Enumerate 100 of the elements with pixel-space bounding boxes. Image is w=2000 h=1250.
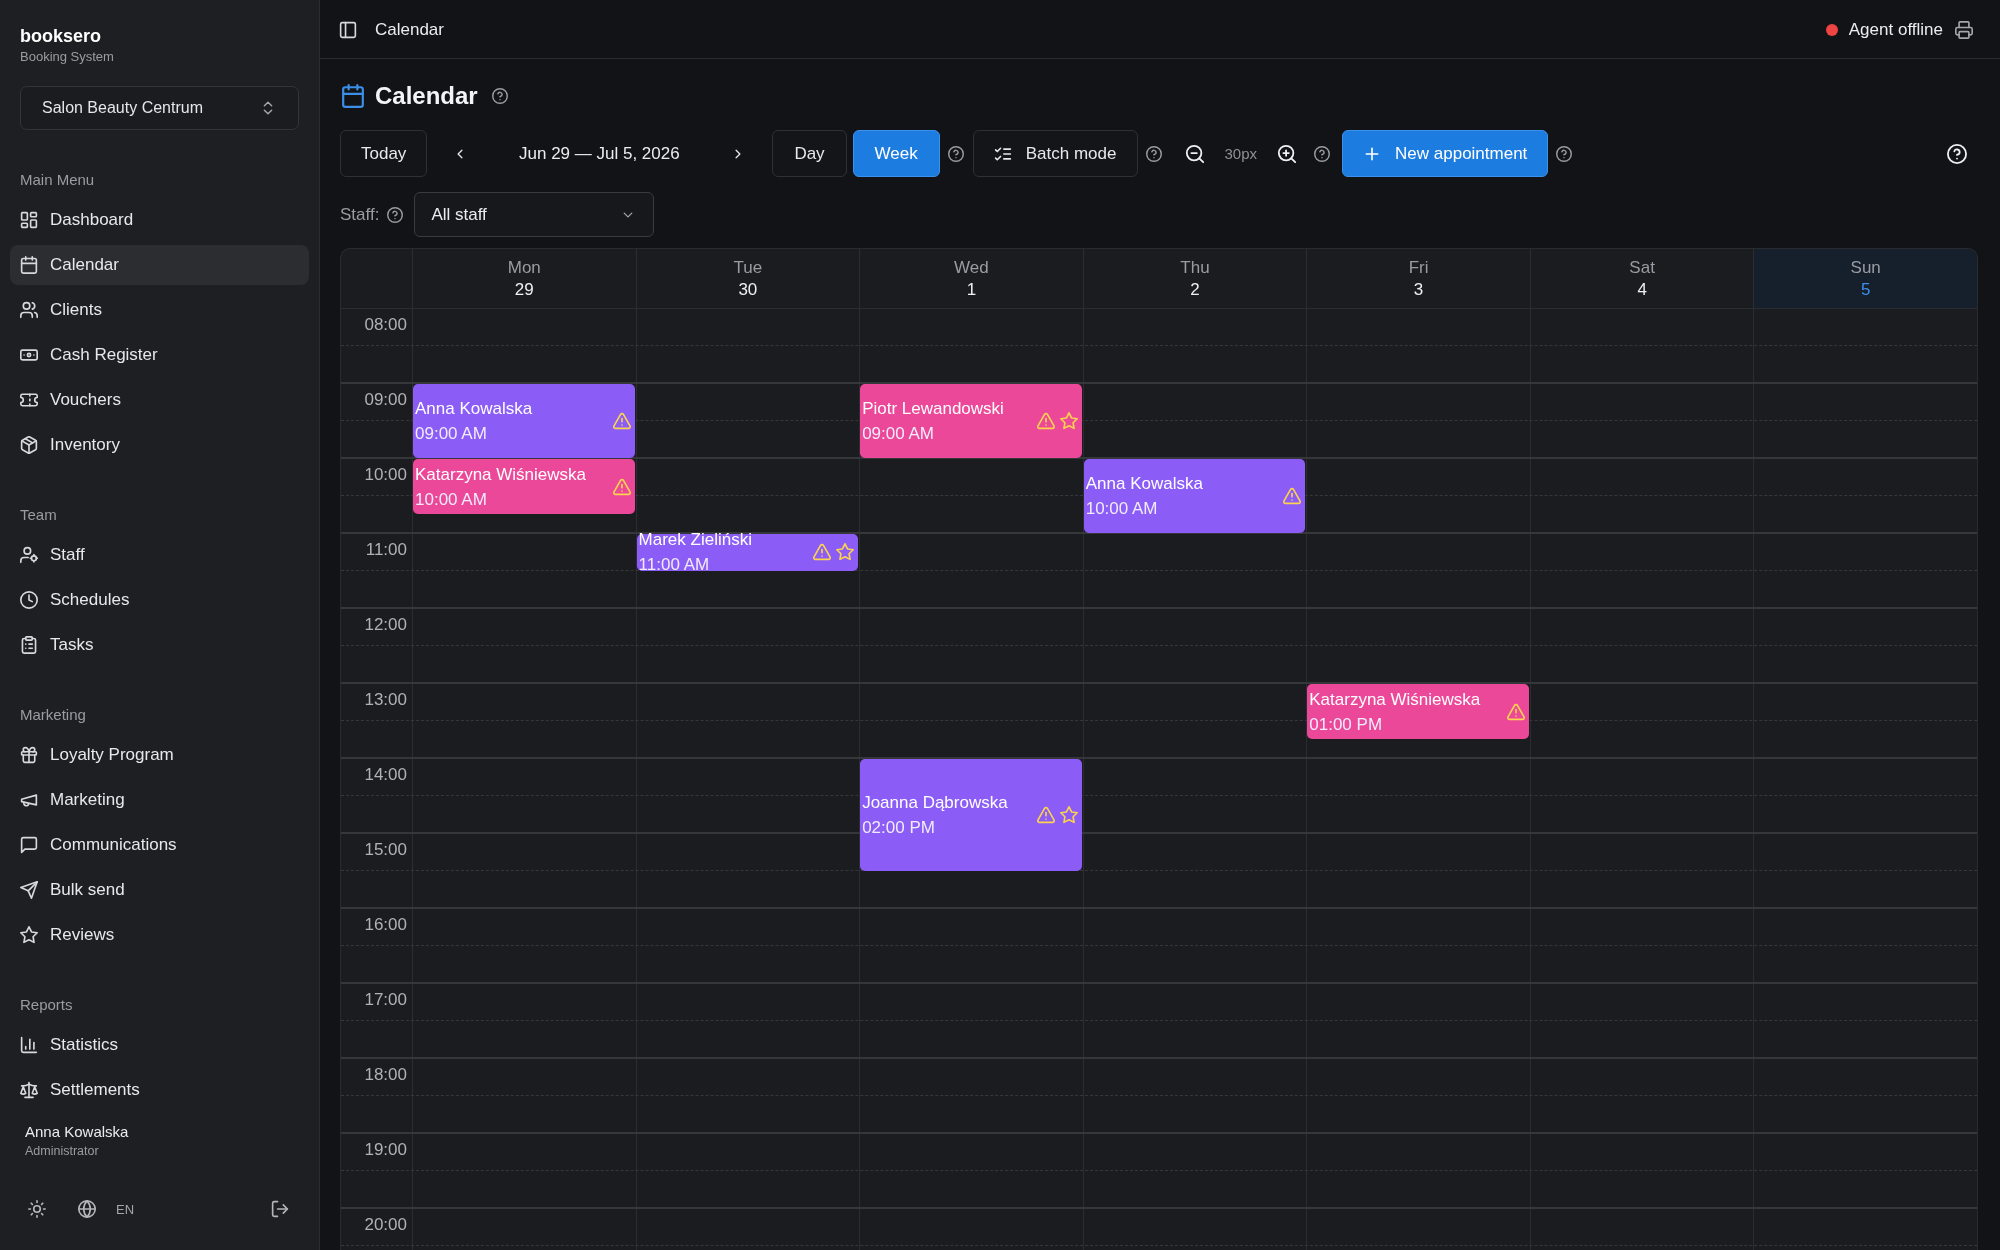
nav-item[interactable]: Calendar: [10, 245, 309, 285]
appointment-block[interactable]: Katarzyna Wiśniewska 10:00 AM: [413, 459, 635, 515]
nav-item[interactable]: Loyalty Program: [10, 735, 309, 775]
checklist-icon: [993, 144, 1012, 163]
client-name: Anna Kowalska: [1085, 473, 1203, 495]
date-number: 3: [1413, 278, 1424, 301]
client-name: Katarzyna Wiśniewska: [1309, 688, 1481, 711]
agent-status-label: Agent offline: [1848, 20, 1943, 40]
zoom-level: 30px: [1224, 145, 1258, 162]
weekday-label: Sat: [1629, 256, 1655, 279]
time-label: 08:00: [364, 315, 407, 335]
time-label: 13:00: [364, 690, 407, 710]
nav-item[interactable]: Vouchers: [10, 380, 309, 420]
nav-item[interactable]: Settlements: [10, 1070, 309, 1110]
calendar-icon: [20, 256, 38, 274]
nav-item[interactable]: Bulk send: [10, 870, 309, 910]
new-appointment-button[interactable]: New appointment: [1342, 130, 1549, 177]
user-role: Administrator: [25, 1143, 99, 1159]
time-label: 18:00: [364, 1065, 407, 1085]
batch-mode-button[interactable]: Batch mode: [972, 130, 1138, 177]
appointment-block[interactable]: Piotr Lewandowski 09:00 AM: [860, 384, 1082, 458]
time-label: 16:00: [364, 915, 407, 935]
nav-item[interactable]: Dashboard: [10, 200, 309, 240]
time-label: 19:00: [364, 1140, 407, 1160]
time-label: 17:00: [364, 990, 407, 1010]
grid-icon: [20, 211, 38, 229]
appointment-block[interactable]: Katarzyna Wiśniewska 01:00 PM: [1307, 684, 1529, 740]
nav-item[interactable]: Inventory: [10, 425, 309, 465]
weekday-label: Tue: [733, 256, 763, 279]
printer-icon[interactable]: [1955, 21, 1973, 39]
clock-icon: [20, 591, 38, 609]
time-label: 10:00: [364, 465, 407, 485]
help-icon[interactable]: [387, 206, 404, 223]
help-icon[interactable]: [1314, 145, 1331, 162]
gift-icon: [20, 746, 38, 764]
view-tab[interactable]: Day: [772, 130, 847, 177]
bar-chart-icon: [20, 1036, 38, 1054]
megaphone-icon: [20, 791, 38, 809]
time-label: 09:00: [364, 390, 407, 410]
nav-item[interactable]: Communications: [10, 825, 309, 865]
brand-logo: booksero: [20, 26, 102, 46]
nav-item[interactable]: Tasks: [10, 625, 309, 665]
date-number: 4: [1637, 278, 1647, 301]
appointment-block[interactable]: Anna Kowalska 09:00 AM: [413, 384, 635, 458]
sun-icon[interactable]: [28, 1200, 46, 1218]
weekday-label: Wed: [954, 256, 989, 279]
nav-item[interactable]: Schedules: [10, 580, 309, 620]
appointment-time: 09:00 AM: [415, 423, 487, 445]
nav-item[interactable]: Marketing: [10, 780, 309, 820]
view-tab[interactable]: Week: [852, 130, 940, 177]
appointment-block[interactable]: Marek Zieliński 11:00 AM: [636, 534, 859, 571]
section-heading: Reports: [19, 995, 73, 1015]
nav-item[interactable]: Cash Register: [10, 335, 309, 375]
zoom-out-icon[interactable]: [1184, 143, 1205, 164]
nav-item[interactable]: Reviews: [10, 915, 309, 955]
weekday-label: Fri: [1408, 256, 1429, 279]
chat-bubble-icon: [20, 836, 38, 854]
page-title: Calendar: [375, 81, 478, 111]
date-number: 1: [966, 278, 977, 301]
today-button[interactable]: Today: [340, 130, 428, 177]
client-name: Katarzyna Wiśniewska: [415, 463, 586, 486]
language-code[interactable]: EN: [116, 1201, 135, 1217]
time-label: 15:00: [364, 840, 407, 860]
banknote-icon: [20, 346, 38, 364]
help-icon[interactable]: [1556, 145, 1573, 162]
help-icon[interactable]: [1145, 145, 1162, 162]
location-select[interactable]: Salon Beauty Centrum: [20, 86, 299, 130]
nav-item[interactable]: Clients: [10, 290, 309, 330]
date-number: 30: [738, 278, 758, 301]
nav-item[interactable]: Staff: [10, 535, 309, 575]
help-icon[interactable]: [947, 145, 964, 162]
nav-item[interactable]: Statistics: [10, 1025, 309, 1065]
sidebar-panel-icon[interactable]: [339, 21, 357, 39]
time-label: 14:00: [364, 765, 407, 785]
calendar-icon: [341, 84, 365, 108]
globe-icon[interactable]: [78, 1200, 96, 1218]
zoom-in-icon[interactable]: [1277, 143, 1298, 164]
client-name: Anna Kowalska: [415, 398, 533, 420]
box-icon: [20, 436, 38, 454]
user-name: Anna Kowalska: [25, 1122, 129, 1142]
help-icon[interactable]: [491, 88, 508, 104]
staff-select[interactable]: All staff: [414, 192, 655, 237]
appointment-time: 10:00 AM: [415, 488, 487, 511]
appointment-time: 01:00 PM: [1309, 713, 1383, 736]
client-name: Piotr Lewandowski: [862, 398, 1004, 420]
scales-icon: [20, 1081, 38, 1099]
user-gear-icon: [20, 546, 38, 564]
appointment-block[interactable]: Anna Kowalska 10:00 AM: [1083, 459, 1306, 533]
date-number: 2: [1190, 278, 1200, 301]
ticket-icon: [20, 391, 38, 409]
weekday-label: Thu: [1180, 256, 1210, 279]
brand-tagline: Booking System: [20, 49, 114, 65]
appointment-time: 10:00 AM: [1085, 498, 1158, 520]
appointment-block[interactable]: Joanna Dąbrowska 02:00 PM: [860, 759, 1082, 871]
time-label: 12:00: [364, 615, 407, 635]
section-heading: Team: [19, 505, 57, 525]
logout-icon[interactable]: [271, 1200, 289, 1218]
appointment-time: 09:00 AM: [862, 423, 934, 445]
client-name: Joanna Dąbrowska: [862, 791, 1008, 814]
staff-label: Staff:: [340, 204, 380, 225]
